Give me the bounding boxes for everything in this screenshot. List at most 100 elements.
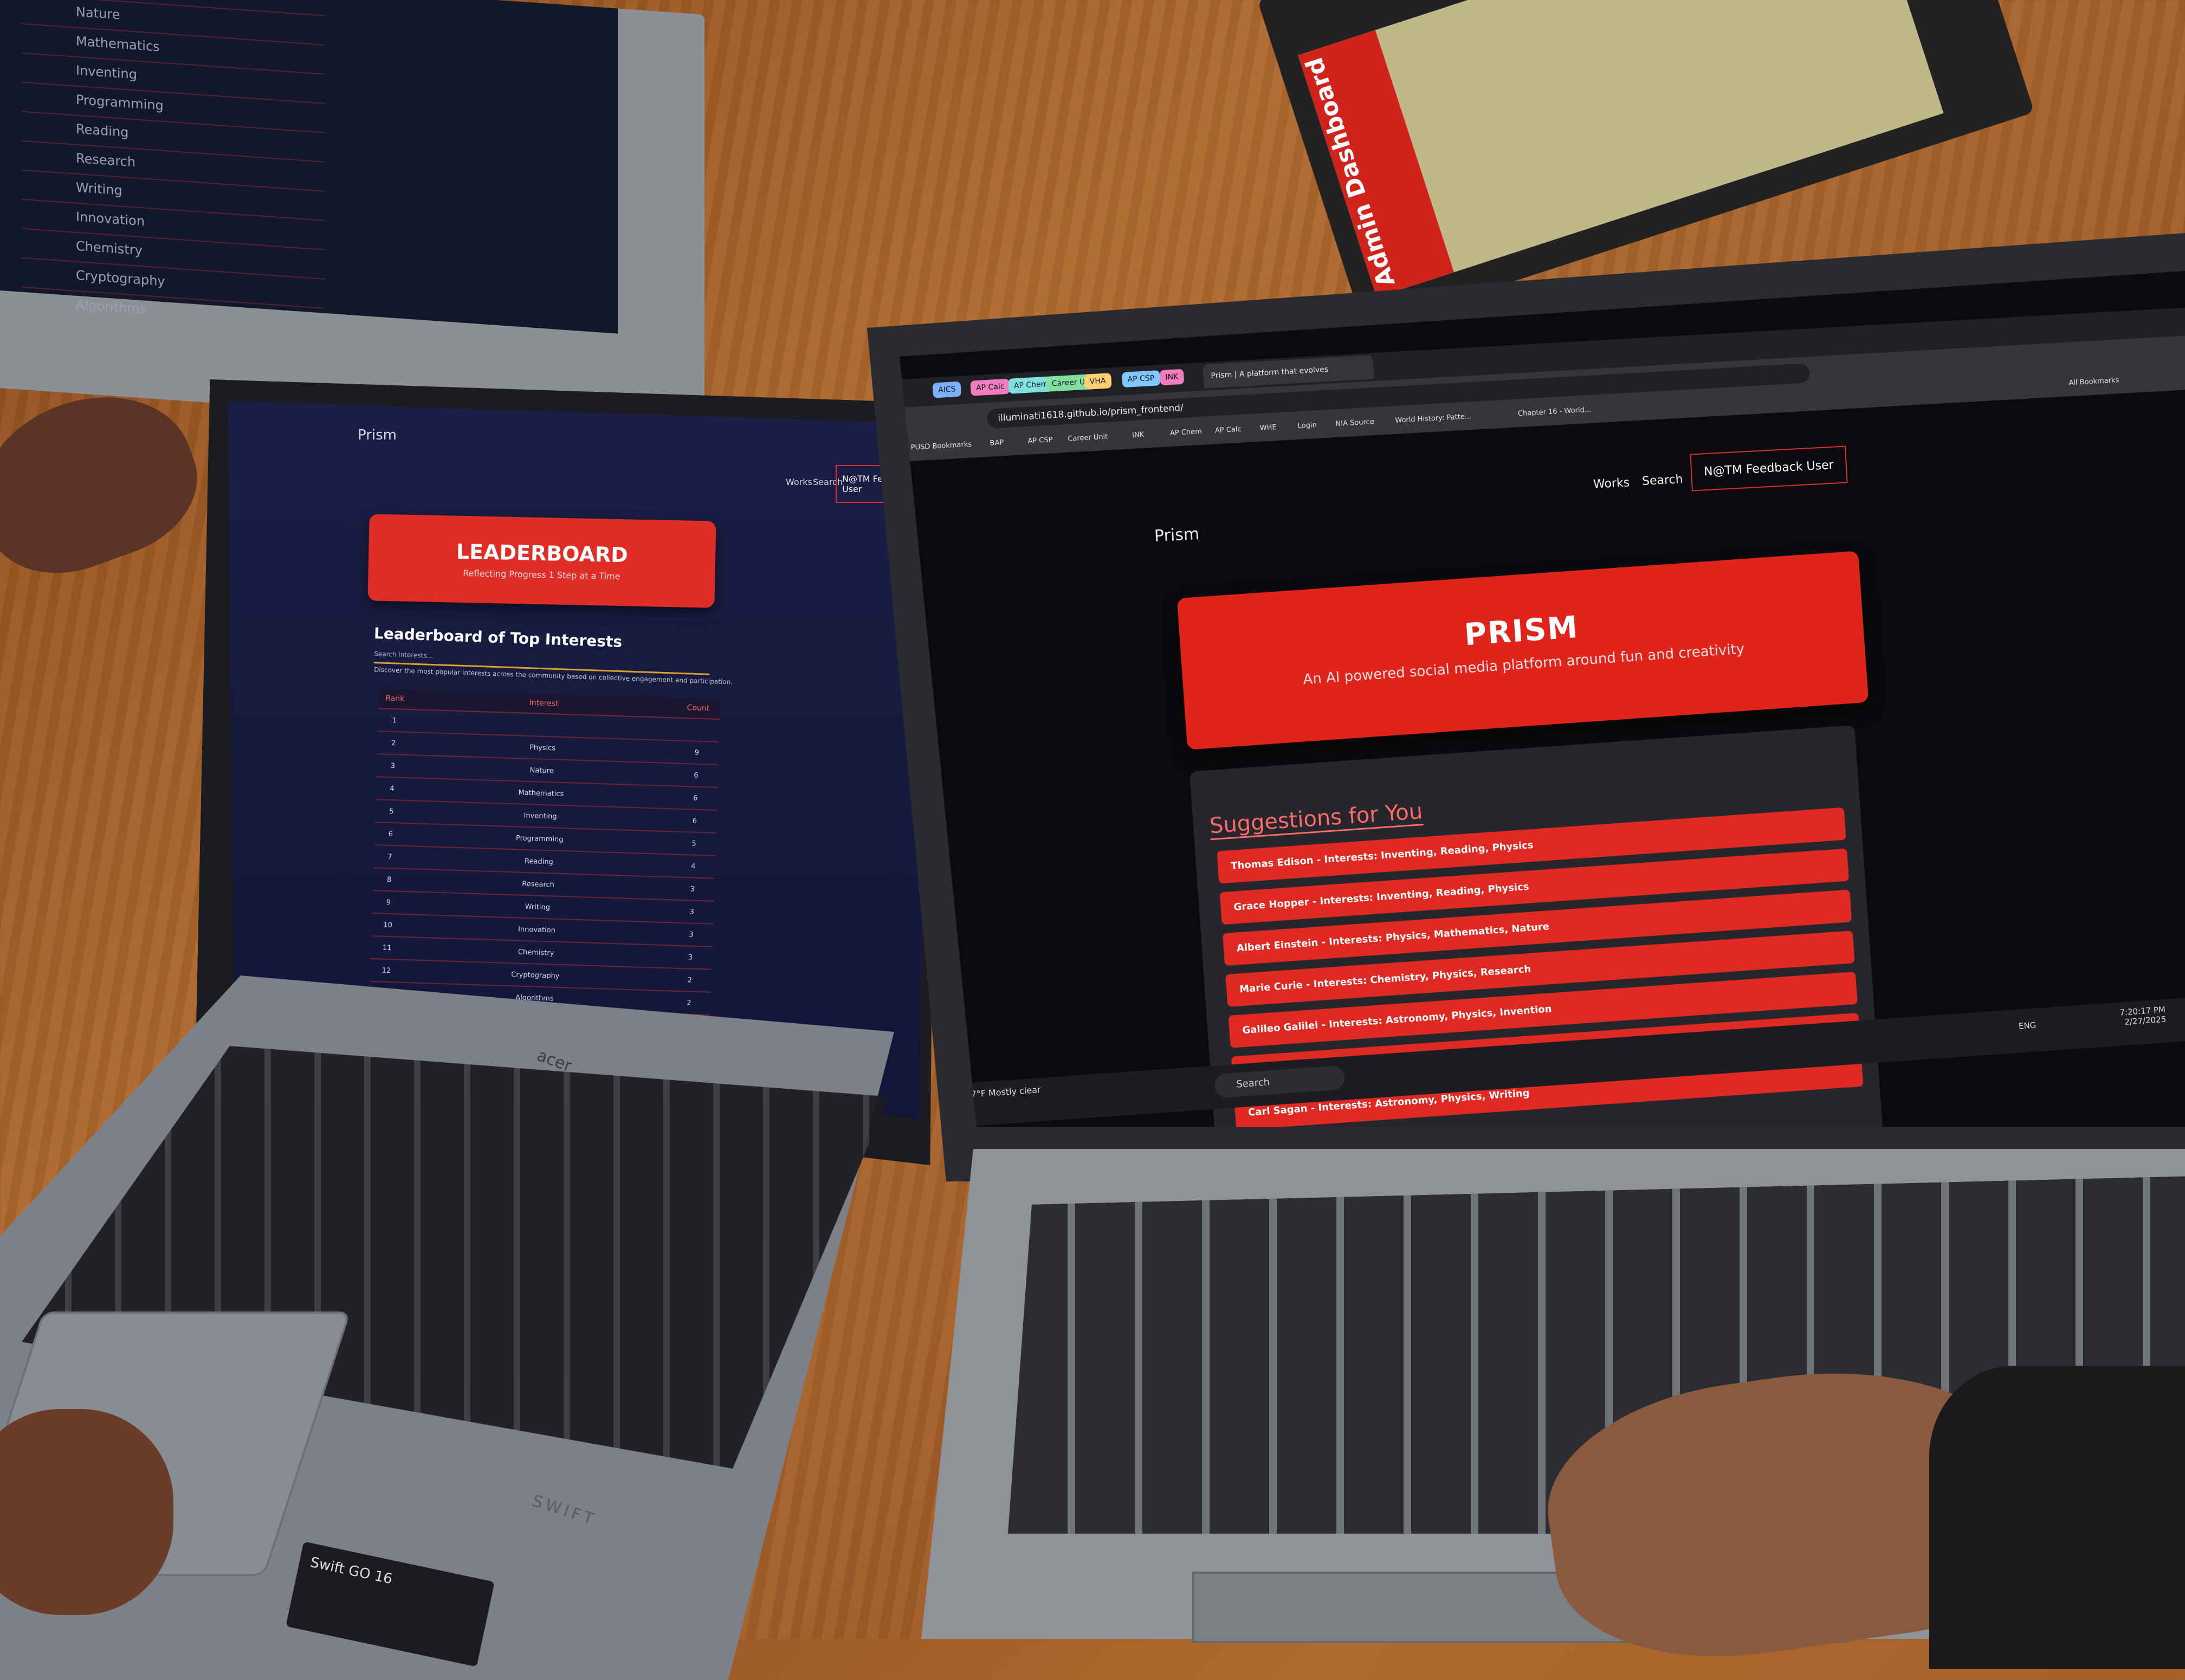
cell-rank: 11 (382, 944, 392, 952)
nav-works[interactable]: Works (786, 477, 812, 487)
admin-dashboard-title: Admin Dashboard (1298, 30, 1454, 298)
bookmark-item[interactable]: World History: Patte... (1395, 412, 1472, 425)
admin-dashboard-screen: Admin Dashboard (1298, 0, 1944, 298)
bookmark-item[interactable]: INK (1132, 431, 1145, 440)
nav-search[interactable]: Search (1641, 473, 1683, 488)
sleeve (1929, 1366, 2185, 1669)
hand (0, 1409, 173, 1615)
monitor-row: Reading (76, 121, 129, 140)
cell-rank: 5 (389, 807, 394, 816)
nav-works[interactable]: Works (1593, 476, 1630, 491)
cell-count: 2 (687, 998, 691, 1007)
cell-rank: 9 (386, 898, 391, 907)
weather-widget[interactable]: 67°F Mostly clear (965, 1084, 1041, 1100)
tab-group-chip[interactable]: VHA (1084, 373, 1112, 390)
hand (0, 369, 217, 596)
suggestions-title: Suggestions for You (1208, 799, 1424, 841)
cell-interest: Physics (529, 743, 556, 753)
hero-banner: PRISM An AI powered social media platfor… (1176, 551, 1869, 750)
bookmark-item[interactable]: Login (1297, 421, 1317, 430)
cell-rank: 7 (387, 852, 392, 861)
brand-link[interactable]: Prism (358, 427, 397, 443)
cell-interest: Inventing (523, 811, 557, 821)
banner-subtitle: Reflecting Progress 1 Step at a Time (463, 567, 620, 582)
monitor-row: Mathematics (76, 33, 160, 55)
clock[interactable]: 7:20:17 PM 2/27/2025 (2119, 1005, 2167, 1028)
section-title: Leaderboard of Top Interests (373, 624, 623, 651)
cell-count: 9 (694, 748, 700, 757)
cell-interest: Chemistry (518, 948, 554, 958)
monitor-row-divider (22, 23, 325, 46)
bookmark-item[interactable]: AP Chem (1170, 428, 1203, 437)
leaderboard-banner: LEADERBOARD Reflecting Progress 1 Step a… (367, 514, 716, 608)
header-interest: Interest (529, 698, 559, 708)
cell-count: 4 (690, 862, 696, 871)
brand-link[interactable]: Prism (1154, 525, 1200, 546)
cell-rank: 12 (382, 966, 391, 975)
bookmark-item[interactable]: WHE (1259, 423, 1277, 432)
cell-count (676, 729, 719, 731)
banner-title: LEADERBOARD (456, 539, 629, 567)
cell-count: 3 (688, 953, 693, 962)
monitor-row-divider (22, 198, 325, 221)
monitor-row: Innovation (76, 209, 145, 229)
cell-interest: Programming (515, 833, 564, 844)
monitor-row: Cryptography (76, 267, 165, 289)
all-bookmarks[interactable]: All Bookmarks (2068, 376, 2119, 387)
bookmark-item[interactable]: NIA Source (1335, 418, 1374, 428)
tab-group-chip[interactable]: AICS (932, 381, 962, 398)
right-laptop-screen: Prism | A platform that evolves AICS AP C… (900, 271, 2185, 1127)
cell-count: 2 (687, 975, 693, 985)
cell-interest: Cryptography (511, 970, 560, 980)
bookmark-item[interactable]: Chapter 16 - World... (1518, 406, 1592, 418)
tab-group-chip[interactable]: AP Calc (970, 378, 1011, 396)
header-count: Count (687, 703, 710, 713)
monitor-row: Research (76, 150, 136, 170)
bookmark-item[interactable]: PUSD Bookmarks (910, 441, 972, 452)
cell-rank: 1 (392, 716, 397, 725)
bookmark-item[interactable]: AP Calc (1215, 425, 1242, 435)
cell-rank: 10 (383, 921, 393, 929)
bookmark-item[interactable]: BAP (990, 438, 1004, 447)
cell-rank: 2 (391, 739, 396, 747)
header-rank: Rank (385, 694, 405, 703)
monitor-row-divider (22, 52, 325, 75)
monitor-row-divider (22, 169, 325, 192)
language-indicator[interactable]: ENG (2018, 1020, 2037, 1031)
bookmark-item[interactable]: Career Unit (1068, 433, 1108, 443)
cell-count: 3 (690, 884, 695, 894)
cell-interest: Mathematics (518, 788, 564, 798)
bookmark-item[interactable]: AP CSP (1027, 436, 1053, 445)
monitor-row-divider (22, 257, 325, 280)
monitor-row: Programming (76, 92, 164, 114)
monitor-row: Nature (76, 4, 120, 23)
cell-interest: Writing (525, 902, 551, 912)
tab-group-chip[interactable]: AP CSP (1121, 370, 1160, 388)
monitor-row-divider (22, 81, 325, 104)
cell-count: 6 (694, 771, 699, 780)
monitor-row: Writing (76, 179, 122, 198)
taskbar-search[interactable]: Search (1213, 1065, 1346, 1099)
cell-interest: Research (522, 880, 555, 889)
cell-count: 3 (688, 930, 694, 939)
cell-count: 5 (691, 839, 696, 848)
cell-count: 6 (693, 794, 698, 803)
weather-desc: Mostly clear (988, 1084, 1042, 1099)
tab-group-chip[interactable]: INK (1159, 369, 1185, 386)
cell-count: 6 (692, 817, 697, 825)
cell-rank: 4 (390, 784, 395, 793)
user-button[interactable]: N@TM Feedback User (1690, 445, 1848, 492)
monitor-row-divider (22, 228, 325, 250)
cell-rank: 3 (390, 761, 396, 770)
cell-interest (410, 721, 676, 729)
cell-rank: 8 (386, 875, 392, 884)
background-monitor: Nature Mathematics Inventing Programming Rea… (0, 0, 704, 437)
monitor-row-divider (22, 286, 325, 309)
cell-rank: 6 (388, 830, 393, 838)
monitor-row: Inventing (76, 62, 137, 82)
cell-interest: Reading (524, 857, 554, 867)
monitor-row: Chemistry (76, 238, 143, 259)
cell-count: 3 (689, 907, 695, 916)
cell-interest: Innovation (518, 925, 556, 935)
monitor-row: Algorithms (76, 296, 147, 317)
